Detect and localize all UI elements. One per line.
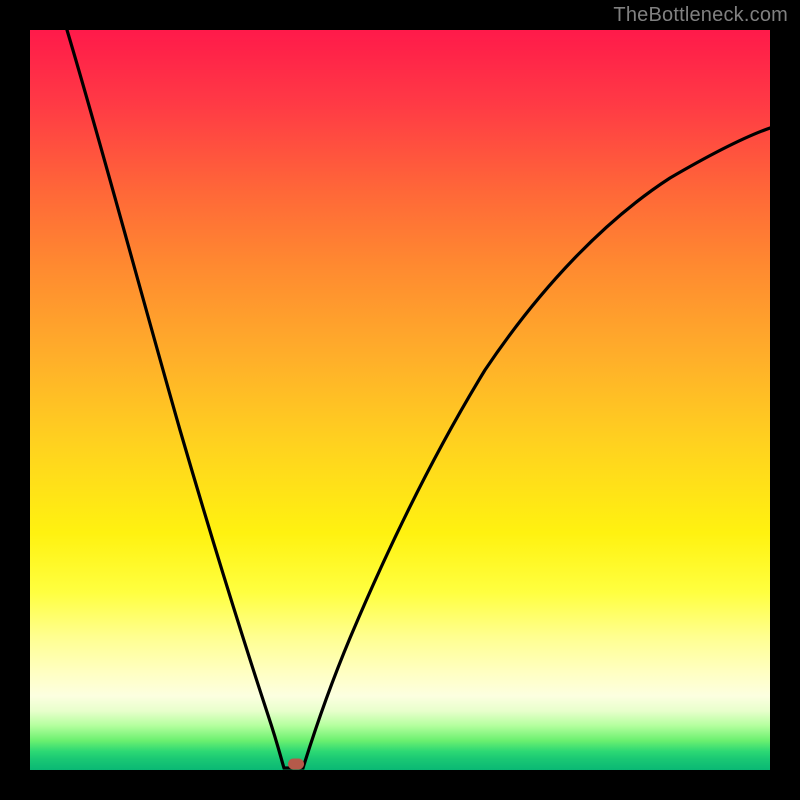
bottleneck-curve (30, 30, 770, 770)
plot-area (30, 30, 770, 770)
watermark-text: TheBottleneck.com (613, 4, 788, 27)
curve-path (67, 30, 770, 768)
minimum-marker (288, 759, 304, 770)
chart-frame: TheBottleneck.com (0, 0, 800, 800)
